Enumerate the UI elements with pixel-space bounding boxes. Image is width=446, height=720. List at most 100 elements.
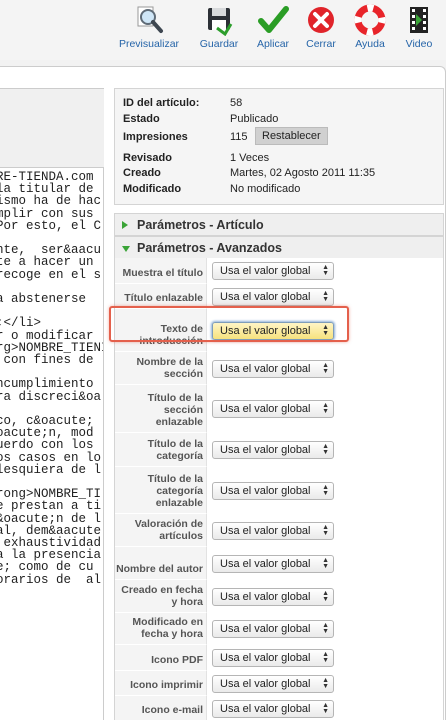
video-button[interactable]: Video [386, 4, 446, 50]
preview-button[interactable]: Previsualizar [116, 4, 182, 50]
param-label: Icono imprimir [130, 679, 203, 691]
created-label: Creado [123, 167, 161, 179]
film-icon [410, 7, 428, 33]
param-label-cell: Título de la categoría [115, 433, 207, 467]
param-select[interactable]: Usa el valor global ▲ ▼ [212, 400, 334, 418]
param-select-value: Usa el valor global [220, 291, 311, 303]
pane-advanced-params[interactable]: Parámetros - Avanzados [114, 236, 444, 259]
floppy-disk-icon [208, 8, 233, 36]
updown-arrows-icon: ▲ ▼ [322, 590, 329, 603]
state-value: Publicado [230, 113, 279, 125]
editor-line: recoge en el s [0, 267, 102, 282]
id-label: ID del artículo: [123, 97, 200, 109]
param-label-cell: Título enlazable [115, 284, 207, 309]
param-label-cell: Texto de introducción [115, 309, 207, 352]
param-select[interactable]: Usa el valor global ▲ ▼ [212, 588, 334, 606]
param-select-value: Usa el valor global [220, 652, 311, 664]
param-row: Valoración de artículos Usa el valor glob… [115, 514, 443, 547]
updown-arrows-icon: ▲ ▼ [322, 557, 329, 570]
reset-hits-button[interactable]: Restablecer [255, 127, 328, 145]
updown-arrows-icon: ▲ ▼ [322, 264, 329, 277]
param-label: Texto de introducción [139, 323, 203, 347]
param-label-cell: Creado en fecha y hora [115, 580, 207, 613]
article-details: ID del artículo: 58 Estado Publicado Imp… [114, 88, 444, 205]
param-select[interactable]: Usa el valor global ▲ ▼ [212, 262, 334, 280]
param-select-value: Usa el valor global [220, 325, 311, 337]
param-select-value: Usa el valor global [220, 525, 311, 537]
modified-label: Modificado [123, 183, 182, 195]
param-row: Modificado en fecha y hora Usa el valor g… [115, 613, 443, 645]
param-label-cell: Título de la categoría enlazable [115, 467, 207, 514]
revised-label: Revisado [123, 152, 172, 164]
param-select-value: Usa el valor global [220, 485, 311, 497]
param-row: Texto de introducción Usa el valor global… [115, 309, 443, 352]
close-icon [308, 7, 334, 33]
param-label-cell: Título de la sección enlazable [115, 385, 207, 433]
param-label: Título de la categoría enlazable [147, 473, 203, 509]
param-select-value: Usa el valor global [220, 444, 311, 456]
param-select[interactable]: Usa el valor global ▲ ▼ [212, 441, 334, 459]
param-label: Nombre del autor [116, 563, 203, 575]
param-row: Icono PDF Usa el valor global ▲ ▼ [115, 645, 443, 671]
checkmark-icon [258, 6, 289, 33]
state-label: Estado [123, 113, 160, 125]
param-label: Creado en fecha y hora [121, 584, 203, 608]
updown-arrows-icon: ▲ ▼ [322, 702, 329, 715]
editor-line: ra discreci&oa [0, 389, 102, 404]
param-row: Creado en fecha y hora Usa el valor globa… [115, 580, 443, 613]
param-select-value: Usa el valor global [220, 403, 311, 415]
param-label-cell: Valoración de artículos [115, 514, 207, 547]
param-row: Título enlazable Usa el valor global ▲ ▼ [115, 284, 443, 309]
param-label-cell: Nombre de la sección [115, 352, 207, 385]
param-label: Muestra el título [122, 267, 203, 279]
param-label-cell: Modificado en fecha y hora [115, 613, 207, 645]
magnifier-icon [137, 6, 163, 33]
param-label: Título enlazable [124, 292, 203, 304]
param-select[interactable]: Usa el valor global ▲ ▼ [212, 322, 334, 340]
param-label: Título de la categoría [147, 438, 203, 462]
param-label-cell: Muestra el título [115, 258, 207, 284]
hits-label: Impresiones [123, 131, 188, 143]
param-select-value: Usa el valor global [220, 591, 311, 603]
pane-advanced-params-title: Parámetros - Avanzados [137, 241, 282, 255]
param-select-value: Usa el valor global [220, 678, 311, 690]
param-row: Nombre de la sección Usa el valor global ▲… [115, 352, 443, 385]
param-select-value: Usa el valor global [220, 558, 311, 570]
modified-value: No modificado [230, 183, 301, 195]
updown-arrows-icon: ▲ ▼ [322, 324, 329, 337]
param-select[interactable]: Usa el valor global ▲ ▼ [212, 555, 334, 573]
editor-line: lesquiera de l [0, 462, 102, 477]
lifebuoy-icon [354, 4, 386, 36]
hits-value: 115 [230, 131, 248, 143]
param-select-value: Usa el valor global [220, 363, 311, 375]
toolbar: Previsualizar Guardar Aplicar Cerrar Ayu… [0, 0, 446, 60]
expanded-arrow-icon [122, 246, 130, 252]
param-label-cell: Icono PDF [115, 645, 207, 671]
pane-article-params[interactable]: Parámetros - Artículo [114, 213, 444, 236]
param-select[interactable]: Usa el valor global ▲ ▼ [212, 675, 334, 693]
param-label: Nombre de la sección [136, 356, 203, 380]
param-select-value: Usa el valor global [220, 623, 311, 635]
advanced-params-table: Muestra el título Usa el valor global ▲ ▼ Tí… [114, 258, 444, 720]
updown-arrows-icon: ▲ ▼ [322, 677, 329, 690]
param-select[interactable]: Usa el valor global ▲ ▼ [212, 482, 334, 500]
collapsed-arrow-icon [122, 221, 128, 229]
param-select[interactable]: Usa el valor global ▲ ▼ [212, 620, 334, 638]
param-select-value: Usa el valor global [220, 265, 311, 277]
updown-arrows-icon: ▲ ▼ [322, 290, 329, 303]
param-select[interactable]: Usa el valor global ▲ ▼ [212, 649, 334, 667]
html-editor[interactable]: RE-TIENDA.com la titular de ismo ha de hac… [0, 168, 104, 720]
param-select[interactable]: Usa el valor global ▲ ▼ [212, 522, 334, 540]
param-select[interactable]: Usa el valor global ▲ ▼ [212, 700, 334, 718]
updown-arrows-icon: ▲ ▼ [322, 443, 329, 456]
param-row: Título de la categoría enlazable Usa el v… [115, 467, 443, 514]
param-select[interactable]: Usa el valor global ▲ ▼ [212, 360, 334, 378]
updown-arrows-icon: ▲ ▼ [322, 362, 329, 375]
editor-header [0, 88, 104, 168]
param-row: Icono imprimir Usa el valor global ▲ ▼ [115, 671, 443, 696]
param-label: Título de la sección enlazable [147, 392, 203, 428]
updown-arrows-icon: ▲ ▼ [322, 484, 329, 497]
editor-line: Por esto, el C [0, 218, 102, 233]
param-label: Modificado en fecha y hora [132, 616, 203, 640]
param-select[interactable]: Usa el valor global ▲ ▼ [212, 288, 334, 306]
